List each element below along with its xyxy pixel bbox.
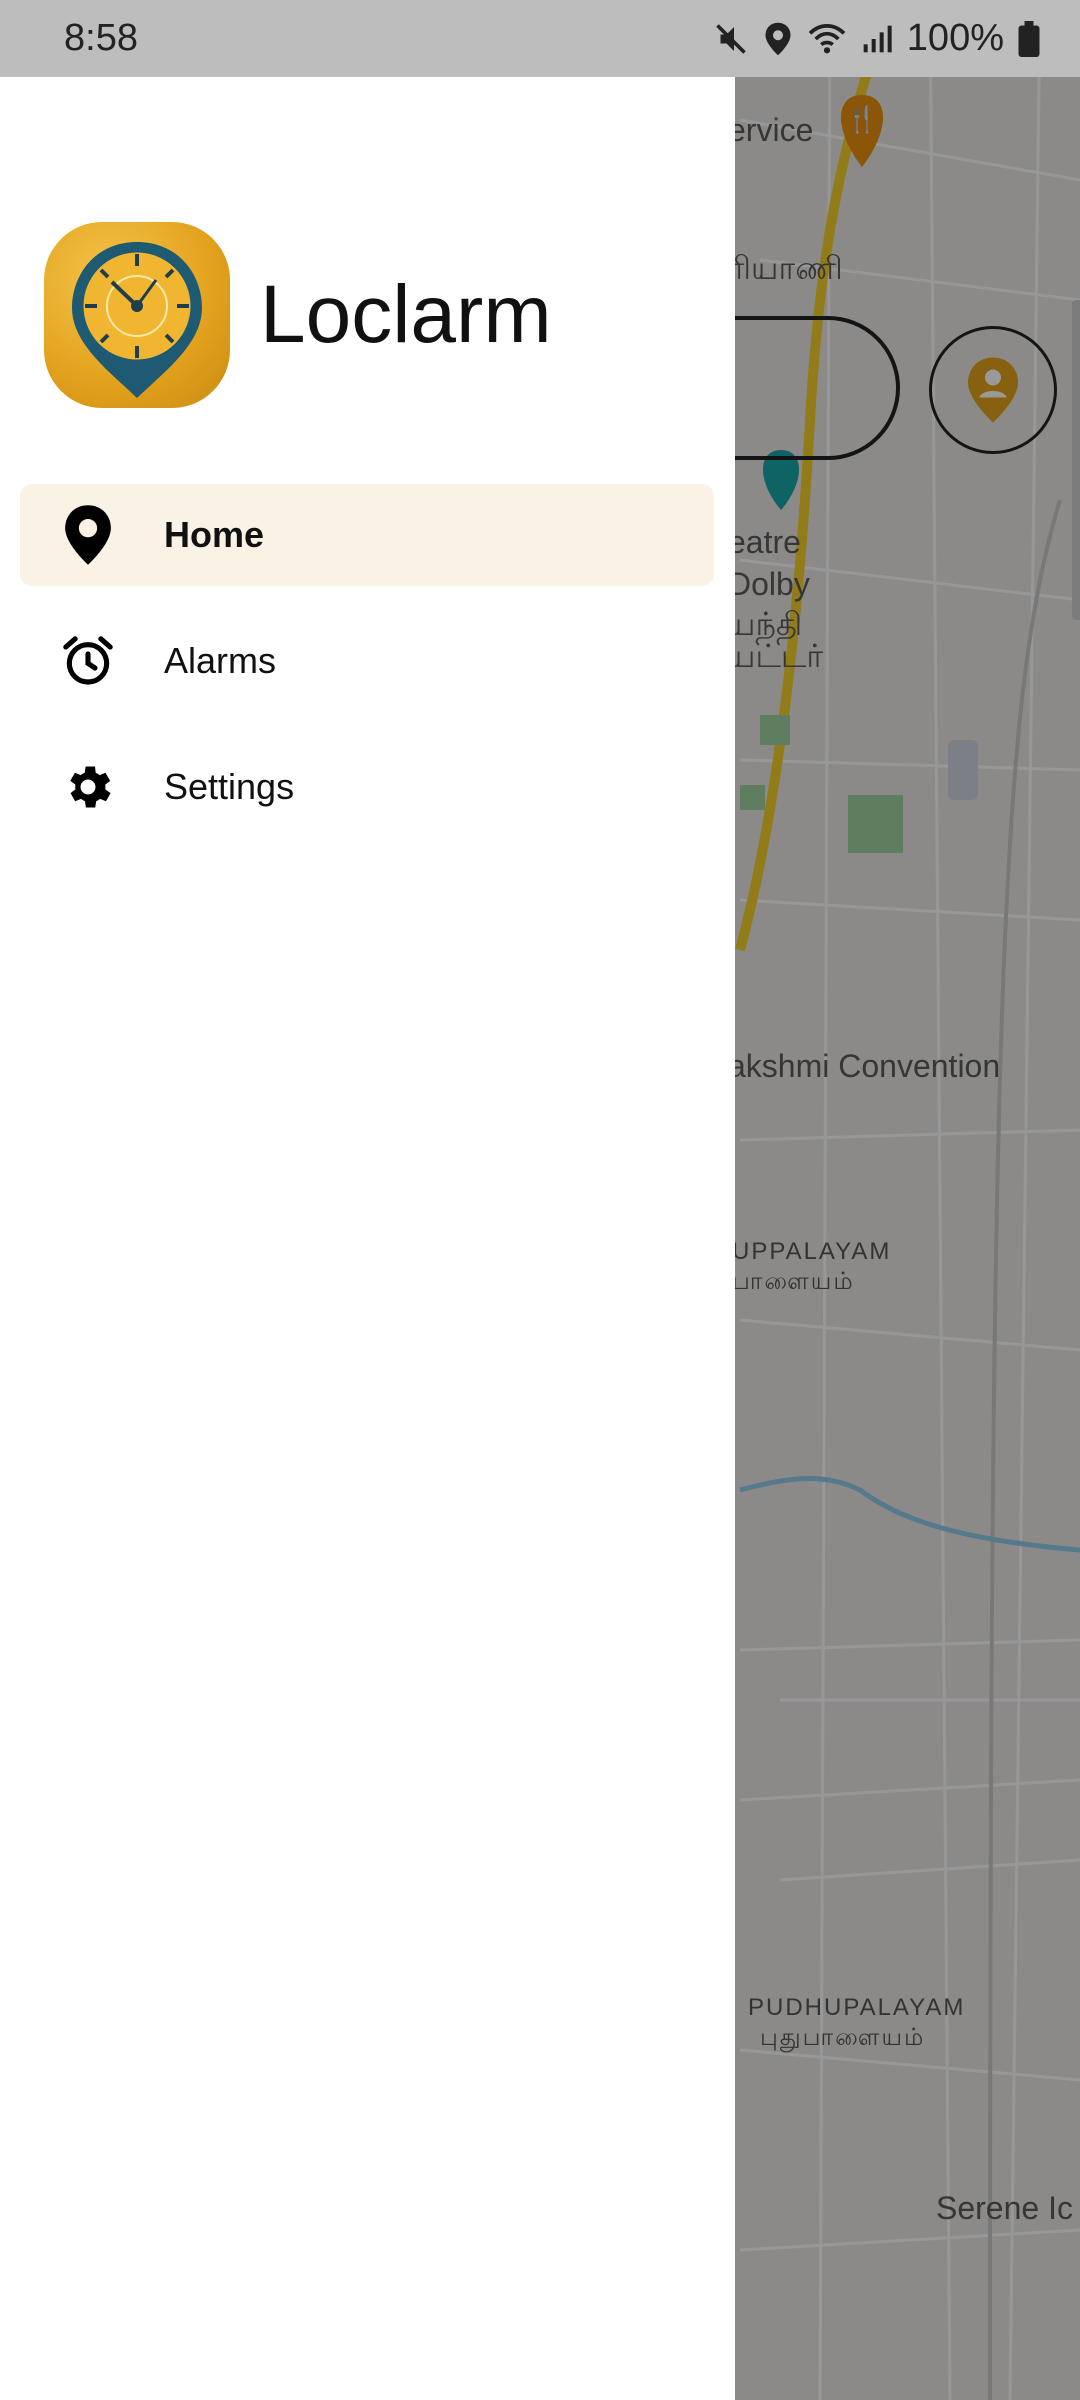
location-icon (765, 22, 791, 55)
nav-item-label: Home (164, 514, 265, 555)
signal-icon (863, 25, 892, 52)
status-time: 8:58 (64, 17, 138, 59)
alarm-clock-icon (58, 631, 118, 691)
navigation-drawer: Loclarm Home Alarms Settings (0, 77, 735, 2400)
nav-item-alarms[interactable]: Alarms (20, 610, 714, 712)
location-pin-icon (58, 505, 118, 565)
nav-item-home[interactable]: Home (20, 484, 714, 586)
clock-pin-logo-icon (72, 242, 202, 398)
status-bar: 8:58 100% (0, 0, 1080, 77)
drawer-nav: Home Alarms Settings (20, 484, 714, 862)
nav-item-label: Alarms (164, 640, 277, 681)
wifi-icon (808, 23, 846, 53)
nav-item-label: Settings (164, 766, 295, 807)
app-logo (44, 222, 230, 408)
drawer-header: Loclarm (44, 222, 552, 408)
status-icons: 100% (713, 17, 1040, 60)
nav-item-settings[interactable]: Settings (20, 736, 714, 838)
gear-icon (58, 757, 118, 817)
app-title: Loclarm (260, 269, 552, 360)
mute-icon (716, 23, 746, 54)
battery-percent: 100% (906, 17, 1004, 59)
battery-icon (1018, 20, 1040, 57)
